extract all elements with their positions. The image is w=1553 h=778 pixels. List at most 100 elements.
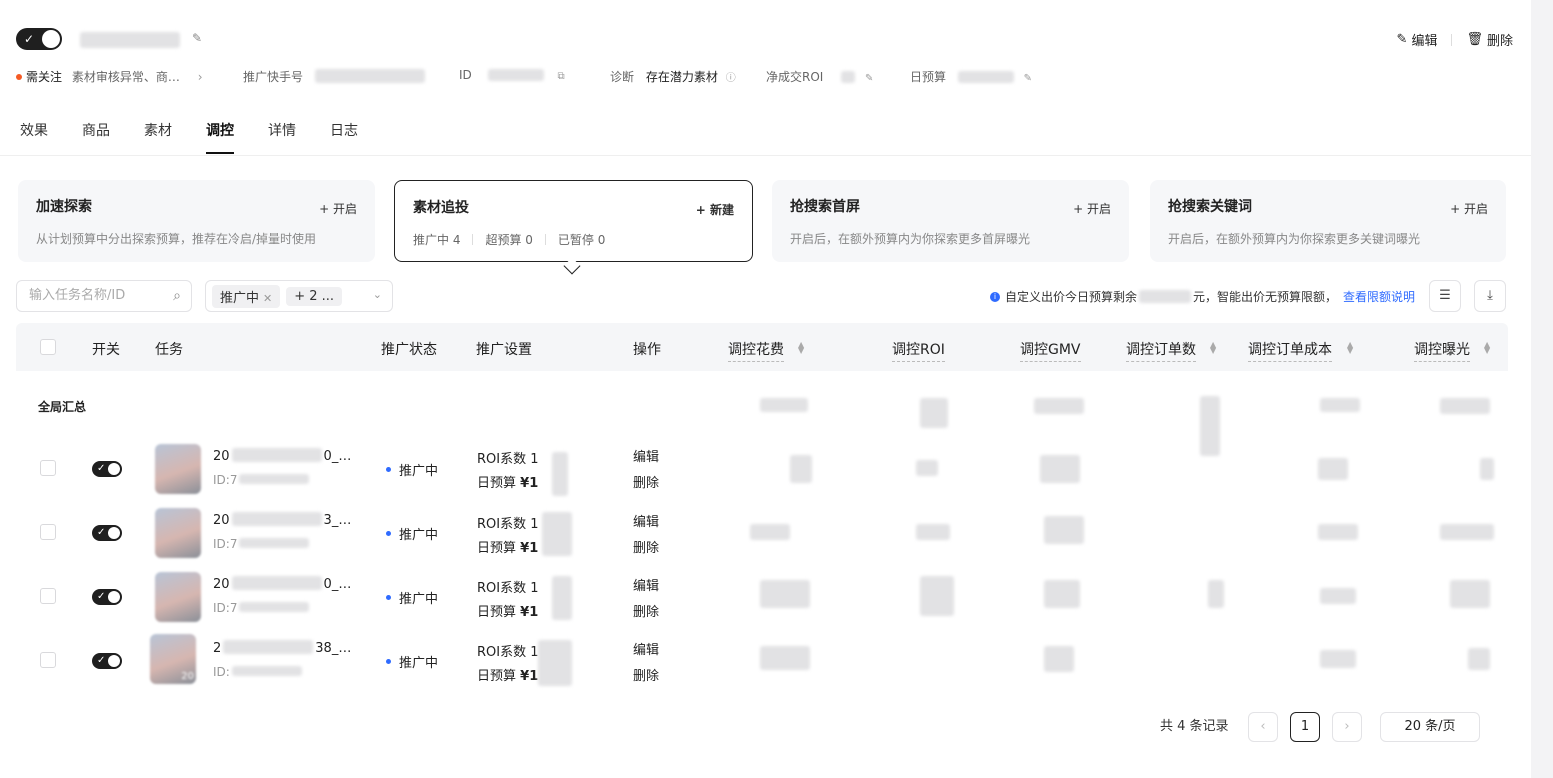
check-icon: ✓	[97, 463, 106, 474]
task-name[interactable]: 20 3_…	[213, 512, 351, 528]
download-icon: ⤓	[1487, 288, 1493, 303]
row-toggle[interactable]: ✓	[92, 653, 122, 669]
budget-setting-value: ¥1	[520, 605, 539, 620]
row-toggle[interactable]: ✓	[92, 525, 122, 541]
info-icon: i	[989, 291, 1000, 302]
cost-redacted	[760, 580, 810, 608]
task-name-redacted	[231, 576, 322, 590]
task-search-input[interactable]: 输入任务名称/ID ⌕	[16, 280, 192, 312]
status-filter-select[interactable]: 推广中 ✕ + 2 ... ⌄	[205, 280, 393, 312]
task-name[interactable]: 20 0_…	[213, 448, 351, 464]
id-redacted	[487, 69, 544, 81]
next-page-button[interactable]: ›	[1332, 712, 1362, 742]
page-1-button[interactable]: 1	[1290, 712, 1320, 742]
copy-icon[interactable]: ⧉	[557, 71, 564, 82]
status-cell: 推广中	[386, 460, 438, 479]
task-id-label: ID:	[213, 665, 230, 679]
header-cost[interactable]: 调控花费	[728, 339, 784, 362]
row-checkbox[interactable]	[40, 652, 56, 668]
pencil-icon[interactable]: ✎	[865, 73, 873, 84]
row-delete-button[interactable]: 删除	[633, 472, 659, 491]
header-order-cost[interactable]: 调控订单成本	[1248, 339, 1332, 362]
plan-header: ✓ ✎ ✎ 编辑 🗑 删除	[16, 26, 1513, 54]
header-exposure[interactable]: 调控曝光	[1414, 339, 1470, 362]
plan-toggle[interactable]: ✓	[16, 28, 62, 50]
task-id-label: ID:7	[213, 473, 238, 487]
tab-details[interactable]: 详情	[268, 120, 296, 152]
roi-setting: ROI系数 1	[477, 448, 539, 467]
sort-icon[interactable]: ▲ ▼	[1347, 341, 1353, 355]
roi-setting-value: 1	[530, 452, 539, 467]
row-checkbox[interactable]	[40, 460, 56, 476]
task-id-redacted	[231, 666, 302, 676]
warning-dot-icon	[16, 74, 22, 80]
card-accelerate-explore[interactable]: 加速探索 + 开启 从计划预算中分出探索预算，推荐在冷启/掉量时使用	[18, 180, 375, 262]
status-dot-icon	[386, 659, 391, 664]
row-toggle[interactable]: ✓	[92, 589, 122, 605]
row-checkbox[interactable]	[40, 524, 56, 540]
status-tag[interactable]: 需关注 素材审核异常、商… ›	[16, 68, 203, 85]
info-icon: ⓘ	[725, 73, 736, 84]
tab-control[interactable]: 调控	[206, 120, 234, 154]
header-orders[interactable]: 调控订单数	[1126, 339, 1196, 362]
row-edit-button[interactable]: 编辑	[633, 511, 659, 530]
task-name-tail: 0_…	[323, 449, 352, 464]
sort-icon[interactable]: ▲ ▼	[1210, 341, 1216, 355]
card-search-first-screen[interactable]: 抢搜索首屏 + 开启 开启后，在额外预算内为你探索更多首屏曝光	[772, 180, 1129, 262]
thumb-badge: 20	[181, 671, 194, 682]
close-icon[interactable]: ✕	[263, 292, 272, 305]
row-toggle[interactable]: ✓	[92, 461, 122, 477]
status-cell: 推广中	[386, 588, 438, 607]
enable-button[interactable]: + 开启	[1073, 200, 1111, 217]
status-text: 推广中	[399, 528, 439, 543]
row-edit-button[interactable]: 编辑	[633, 446, 659, 465]
row-edit-button[interactable]: 编辑	[633, 639, 659, 658]
card-desc: 从计划预算中分出探索预算，推荐在冷启/掉量时使用	[36, 232, 317, 246]
budget-setting: 日预算 ¥1	[477, 537, 538, 556]
roi-setting-label: ROI系数	[477, 517, 527, 532]
sort-icon[interactable]: ▲ ▼	[798, 341, 804, 355]
pencil-icon[interactable]: ✎	[192, 31, 202, 45]
task-name[interactable]: 2 38_…	[213, 640, 351, 656]
download-button[interactable]: ⤓	[1474, 280, 1506, 312]
enable-button[interactable]: + 开启	[1450, 200, 1488, 217]
row-checkbox[interactable]	[40, 588, 56, 604]
tab-logs[interactable]: 日志	[330, 120, 358, 152]
status-detail: 素材审核异常、商…	[71, 70, 180, 84]
card-search-keywords[interactable]: 抢搜索关键词 + 开启 开启后，在额外预算内为你探索更多关键词曝光	[1150, 180, 1506, 262]
new-button[interactable]: + 新建	[696, 201, 734, 218]
order-cost-redacted	[1318, 458, 1348, 480]
toggle-knob	[108, 591, 120, 603]
prev-page-button[interactable]: ‹	[1248, 712, 1278, 742]
limit-info-link[interactable]: 查看限额说明	[1343, 288, 1415, 305]
budget-suffix: 元，智能出价无预算限额，	[1192, 290, 1337, 304]
account-field: 推广快手号	[243, 68, 425, 85]
page-size-select[interactable]: 20 条/页	[1380, 712, 1480, 742]
task-name[interactable]: 20 0_…	[213, 576, 351, 592]
card-material-boost[interactable]: 素材追投 + 新建 推广中 4 超预算 0 已暂停 0	[394, 180, 753, 262]
edit-button[interactable]: ✎ 编辑	[1397, 30, 1438, 49]
tab-products[interactable]: 商品	[82, 120, 110, 152]
enable-button[interactable]: + 开启	[319, 200, 357, 217]
select-all-checkbox[interactable]	[40, 339, 56, 355]
delete-button[interactable]: 🗑 删除	[1466, 30, 1513, 49]
budget-setting-label: 日预算	[477, 541, 517, 556]
row-delete-button[interactable]: 删除	[633, 537, 659, 556]
task-id-redacted	[239, 474, 310, 484]
header-switch: 开关	[92, 342, 120, 358]
pencil-icon[interactable]: ✎	[1024, 73, 1032, 84]
search-icon[interactable]: ⌕	[173, 281, 181, 311]
sort-icon[interactable]: ▲ ▼	[1484, 341, 1490, 355]
budget-amount-redacted	[1138, 290, 1191, 303]
task-name-head: 20	[213, 577, 230, 592]
diagnosis-value[interactable]: 存在潜力素材	[646, 70, 718, 84]
tab-materials[interactable]: 素材	[144, 120, 172, 152]
row-edit-button[interactable]: 编辑	[633, 575, 659, 594]
tab-effect[interactable]: 效果	[20, 120, 48, 152]
task-name-tail: 38_…	[315, 641, 352, 656]
row-delete-button[interactable]: 删除	[633, 601, 659, 620]
row-delete-button[interactable]: 删除	[633, 665, 659, 684]
status-dot-icon	[386, 467, 391, 472]
column-settings-button[interactable]: ☰	[1429, 280, 1461, 312]
task-name-redacted	[231, 512, 322, 526]
